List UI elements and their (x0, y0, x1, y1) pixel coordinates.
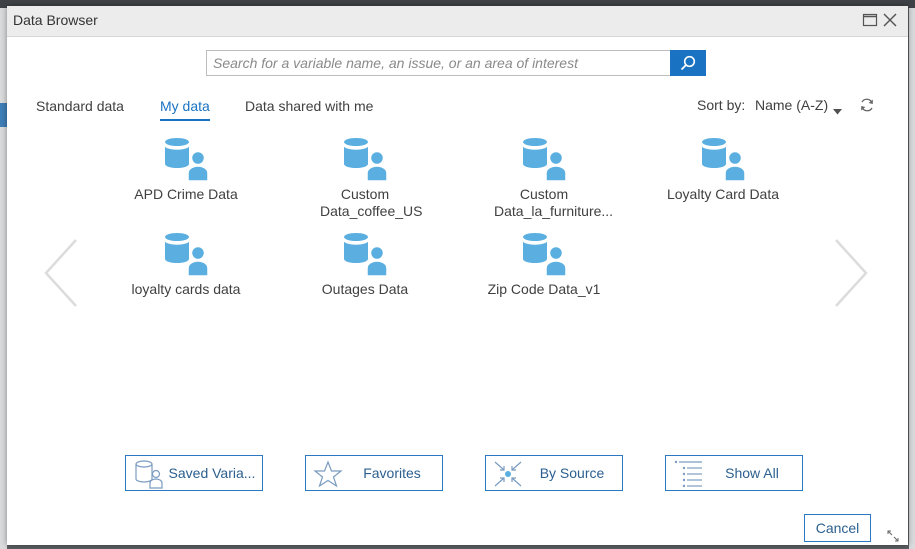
by-source-icon (494, 461, 522, 487)
saved-variables-button[interactable]: Saved Varia... (125, 455, 263, 491)
data-item-custom-data-la-furniture[interactable]: Custom Data_la_furniture... (464, 137, 624, 221)
data-item-label: loyalty cards data (131, 281, 241, 297)
window-title: Data Browser (13, 12, 98, 28)
data-item-loyalty-cards-data[interactable]: loyalty cards data (106, 232, 266, 316)
previous-page-arrow-icon[interactable] (43, 238, 79, 313)
sort-label: Sort by: (697, 97, 746, 113)
bottom-button-label: Saved Varia... (168, 465, 256, 481)
database-user-icon (522, 138, 567, 181)
close-icon[interactable] (882, 12, 898, 28)
show-all-button[interactable]: Show All (665, 455, 803, 491)
data-item-label: Custom Data_coffee_US (320, 186, 423, 219)
saved-variables-icon (135, 460, 163, 489)
data-item-label: Loyalty Card Data (666, 186, 780, 202)
bottom-button-label: By Source (539, 465, 605, 481)
data-browser-dialog: Data Browser Standard data My data Data … (7, 6, 908, 545)
data-item-label: Outages Data (321, 281, 409, 297)
search-bar (206, 50, 706, 76)
tab-data-shared-with-me[interactable]: Data shared with me (245, 98, 373, 119)
sort-dropdown[interactable]: Name (A-Z) (755, 97, 828, 113)
database-user-icon (343, 233, 388, 276)
database-user-icon (343, 138, 388, 181)
data-item-label: APD Crime Data (134, 186, 238, 202)
search-icon (680, 55, 696, 71)
search-button[interactable] (670, 50, 706, 76)
database-user-icon (164, 233, 209, 276)
data-item-label: Zip Code Data_v1 (487, 281, 601, 297)
cancel-button[interactable]: Cancel (804, 514, 871, 542)
chevron-down-icon[interactable] (833, 102, 842, 120)
data-item-label: Custom Data_la_furniture... (494, 186, 614, 219)
tab-standard-data[interactable]: Standard data (36, 98, 124, 119)
data-item-outages-data[interactable]: Outages Data (285, 232, 445, 316)
by-source-button[interactable]: By Source (485, 455, 623, 491)
background-right-panel (909, 8, 915, 549)
list-icon (674, 460, 702, 488)
bottom-button-label: Favorites (363, 465, 421, 481)
database-user-icon (164, 138, 209, 181)
star-icon (313, 460, 343, 488)
search-input[interactable] (206, 50, 671, 76)
data-item-zip-code-data-v1[interactable]: Zip Code Data_v1 (464, 232, 624, 316)
tab-my-data[interactable]: My data (160, 98, 210, 121)
refresh-icon[interactable] (859, 97, 875, 118)
data-item-loyalty-card-data[interactable]: Loyalty Card Data (643, 137, 803, 221)
background-left-panel (0, 8, 7, 549)
maximize-icon[interactable] (862, 12, 878, 28)
data-item-custom-data-coffee-us[interactable]: Custom Data_coffee_US (285, 137, 445, 221)
cancel-button-label: Cancel (815, 520, 860, 536)
resize-handle-icon[interactable] (887, 529, 899, 547)
database-user-icon (522, 233, 567, 276)
database-user-icon (701, 138, 746, 181)
next-page-arrow-icon[interactable] (833, 238, 869, 313)
data-item-apd-crime-data[interactable]: APD Crime Data (106, 137, 266, 221)
bottom-button-label: Show All (725, 465, 779, 481)
title-bar: Data Browser (7, 6, 908, 37)
favorites-button[interactable]: Favorites (305, 455, 443, 491)
